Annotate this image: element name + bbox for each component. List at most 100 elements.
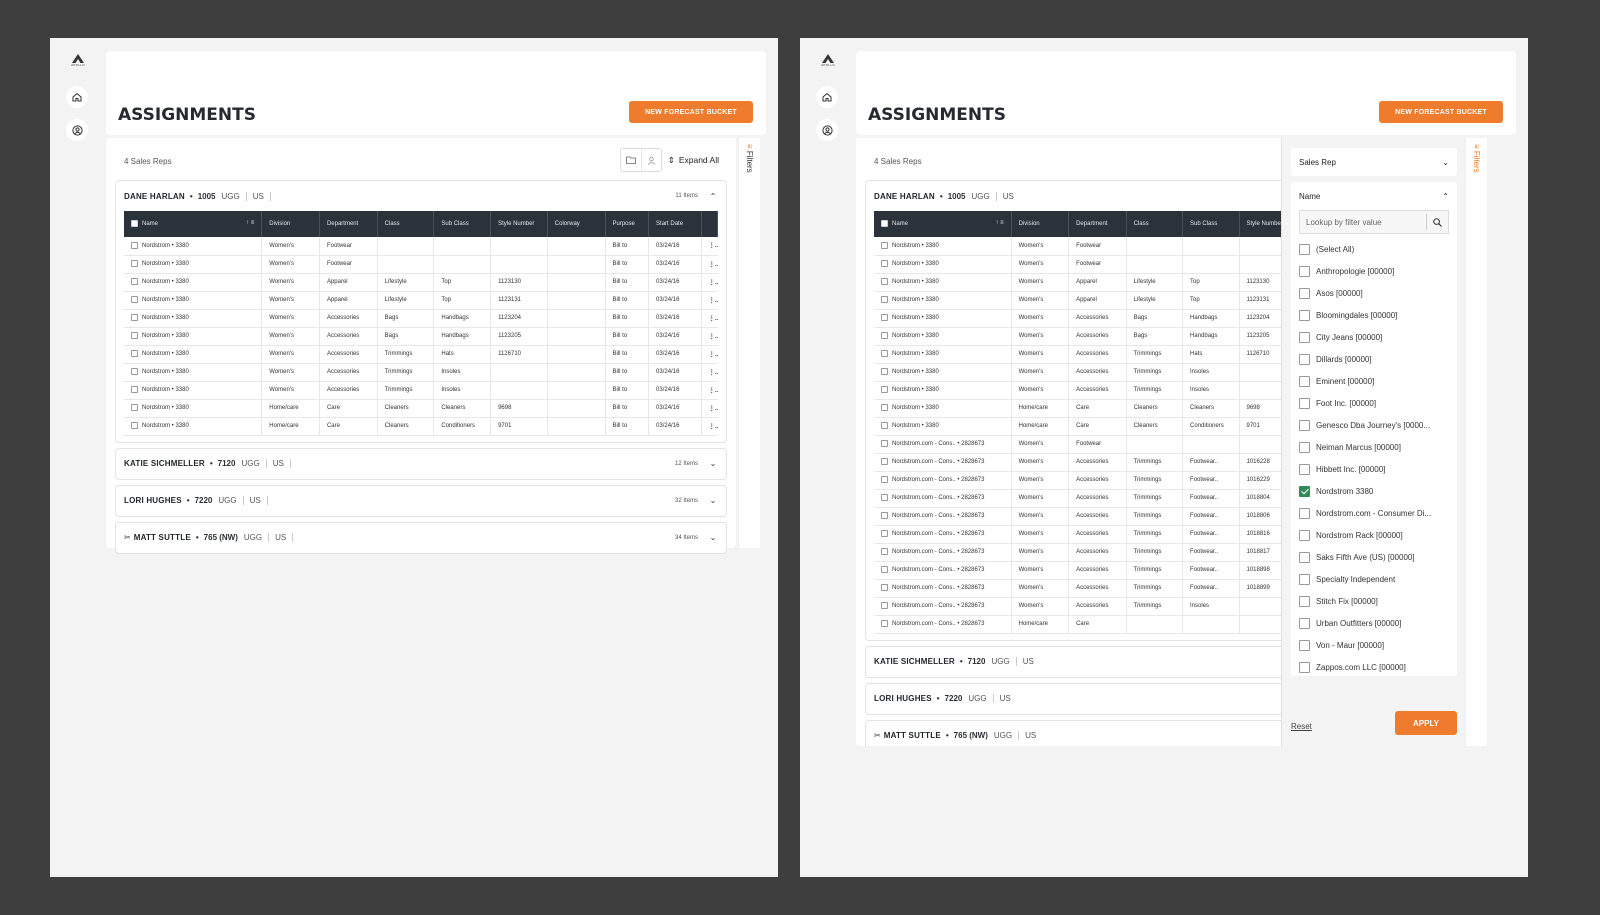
row-checkbox[interactable]	[881, 548, 888, 556]
sales-rep-dropdown[interactable]: Sales Rep ⌄	[1291, 148, 1457, 176]
table-row[interactable]: Nordstrom • 3380 Home/care Care Cleaners Con…	[124, 417, 718, 436]
row-checkbox[interactable]	[131, 404, 138, 412]
search-icon[interactable]	[1426, 214, 1448, 230]
column-header[interactable]: Colorway	[547, 211, 606, 237]
filter-option[interactable]: Nordstrom 3380	[1299, 480, 1449, 502]
checkbox[interactable]	[1299, 309, 1310, 321]
checkbox[interactable]	[1299, 463, 1310, 475]
filter-option[interactable]: Dillards [00000]	[1299, 348, 1449, 370]
column-header[interactable]: Start Date	[648, 211, 702, 237]
table-row[interactable]: Nordstrom.com - Cons.. • 2828673 Women's A…	[874, 507, 1282, 526]
table-row[interactable]: Nordstrom.com - Cons.. • 2828673 Home/car…	[874, 615, 1282, 634]
row-checkbox[interactable]	[881, 260, 888, 268]
row-checkbox[interactable]	[131, 314, 138, 322]
kebab-menu-icon[interactable]: ⋮	[701, 399, 718, 418]
column-header[interactable]: Style Number	[490, 211, 548, 237]
checkbox[interactable]	[1299, 353, 1310, 365]
column-header[interactable]: Division	[1011, 211, 1070, 237]
row-checkbox[interactable]	[881, 314, 888, 322]
table-row[interactable]: Nordstrom.com - Cons.. • 2828673 Women's A…	[874, 579, 1282, 598]
checkbox[interactable]	[1299, 639, 1310, 651]
kebab-menu-icon[interactable]: ⋮	[701, 291, 718, 310]
row-checkbox[interactable]	[881, 602, 888, 610]
filters-tab[interactable]: ≡ Filters	[738, 138, 760, 548]
kebab-menu-icon[interactable]: ⋮	[701, 381, 718, 400]
lookup-input[interactable]: Lookup by filter value	[1299, 210, 1449, 234]
checkbox[interactable]	[1299, 595, 1310, 607]
table-row[interactable]: Nordstrom • 3380 Women's Accessories Trimmi…	[124, 363, 718, 382]
table-row[interactable]: Nordstrom • 3380 Home/care Care Cleaners Cle…	[874, 399, 1282, 418]
row-checkbox[interactable]	[881, 584, 888, 592]
checkbox[interactable]	[1299, 551, 1310, 563]
rep-header[interactable]: LORI HUGHES • 7220 UGG US 32 Items ⌄	[116, 486, 726, 516]
row-checkbox[interactable]	[131, 386, 138, 394]
filter-option[interactable]: Specialty Independent	[1299, 568, 1449, 590]
table-row[interactable]: Nordstrom • 3380 Women's Footwear Bill to 03…	[124, 237, 718, 256]
folder-icon[interactable]	[621, 149, 641, 171]
rep-header[interactable]: DANE HARLAN • 1005 UGG US	[866, 181, 1282, 211]
home-icon[interactable]	[66, 86, 88, 108]
checkbox[interactable]	[1299, 265, 1310, 277]
row-checkbox[interactable]	[881, 494, 888, 502]
chevron-down-icon[interactable]: ⌄	[708, 533, 718, 542]
row-checkbox[interactable]	[131, 296, 138, 304]
table-row[interactable]: Nordstrom • 3380 Women's Footwear	[874, 237, 1282, 256]
filter-option[interactable]: Neiman Marcus [00000]	[1299, 436, 1449, 458]
checkbox[interactable]	[1299, 243, 1310, 255]
kebab-menu-icon[interactable]: ⋮	[701, 363, 718, 382]
row-checkbox[interactable]	[881, 404, 888, 412]
row-checkbox[interactable]	[881, 296, 888, 304]
rep-header[interactable]: LORI HUGHES • 7220 UGG US	[866, 684, 1282, 714]
sort-icon[interactable]: ↑ ≡	[246, 220, 254, 226]
table-row[interactable]: Nordstrom • 3380 Women's Accessories Bags Ha…	[874, 309, 1282, 328]
row-checkbox[interactable]	[131, 332, 138, 340]
filter-option[interactable]: Genesco Dba Journey's [0000...	[1299, 414, 1449, 436]
checkbox[interactable]	[1299, 397, 1310, 409]
column-header[interactable]: Name ↑ ≡	[124, 211, 263, 237]
filter-option[interactable]: Stitch Fix [00000]	[1299, 590, 1449, 612]
row-checkbox[interactable]	[881, 242, 888, 250]
row-checkbox[interactable]	[131, 350, 138, 358]
row-checkbox[interactable]	[881, 386, 888, 394]
filter-option[interactable]: Hibbett Inc. [00000]	[1299, 458, 1449, 480]
expand-all-button[interactable]: ⇕ Expand All	[668, 155, 719, 166]
chevron-down-icon[interactable]: ⌄	[708, 496, 718, 505]
rep-header[interactable]: ✂ MATT SUTTLE • 765 (NW) UGG US 34 Items ⌄	[116, 523, 726, 553]
row-checkbox[interactable]	[131, 368, 138, 376]
filter-option[interactable]: Nordstrom Rack [00000]	[1299, 524, 1449, 546]
filter-option[interactable]: Zappos.com LLC [00000]	[1299, 656, 1449, 678]
new-forecast-bucket-button[interactable]: NEW FORECAST BUCKET	[1379, 101, 1503, 123]
filters-tab[interactable]: ≡ Filters	[1465, 138, 1487, 746]
checkbox[interactable]	[1299, 375, 1310, 387]
person-icon[interactable]	[640, 149, 661, 171]
column-header[interactable]: Sub Class	[1182, 211, 1240, 237]
row-checkbox[interactable]	[881, 476, 888, 484]
column-header[interactable]: Department	[319, 211, 378, 237]
column-header[interactable]: Name ↑ ≡	[874, 211, 1012, 237]
kebab-menu-icon[interactable]: ⋮	[701, 255, 718, 274]
checkbox[interactable]	[1299, 331, 1310, 343]
table-row[interactable]: Nordstrom.com - Cons.. • 2828673 Women's A…	[874, 525, 1282, 544]
filter-option[interactable]: Von - Maur [00000]	[1299, 634, 1449, 656]
rep-header[interactable]: KATIE SICHMELLER • 7120 UGG US 12 Items ⌄	[116, 449, 726, 479]
table-row[interactable]: Nordstrom • 3380 Women's Apparel Lifestyle T…	[124, 291, 718, 310]
user-icon[interactable]	[816, 119, 838, 141]
rep-header[interactable]: KATIE SICHMELLER • 7120 UGG US	[866, 647, 1282, 677]
row-checkbox[interactable]	[881, 530, 888, 538]
filter-option[interactable]: Bloomingdales [00000]	[1299, 304, 1449, 326]
filter-option[interactable]: Foot Inc. [00000]	[1299, 392, 1449, 414]
reset-link[interactable]: Reset	[1291, 722, 1312, 731]
kebab-menu-icon[interactable]: ⋮	[701, 273, 718, 292]
row-checkbox[interactable]	[881, 368, 888, 376]
select-all-checkbox[interactable]	[881, 220, 888, 228]
column-header[interactable]: Sub Class	[433, 211, 492, 237]
new-forecast-bucket-button[interactable]: NEW FORECAST BUCKET	[629, 101, 753, 123]
row-checkbox[interactable]	[881, 440, 888, 448]
checkbox[interactable]	[1299, 287, 1310, 299]
row-checkbox[interactable]	[881, 422, 888, 430]
table-row[interactable]: Nordstrom.com - Cons.. • 2828673 Women's A…	[874, 597, 1282, 616]
column-header[interactable]: Class	[1126, 211, 1184, 237]
column-header[interactable]: Department	[1068, 211, 1127, 237]
filter-option[interactable]: Eminent [00000]	[1299, 370, 1449, 392]
filter-option[interactable]: Asos [00000]	[1299, 282, 1449, 304]
